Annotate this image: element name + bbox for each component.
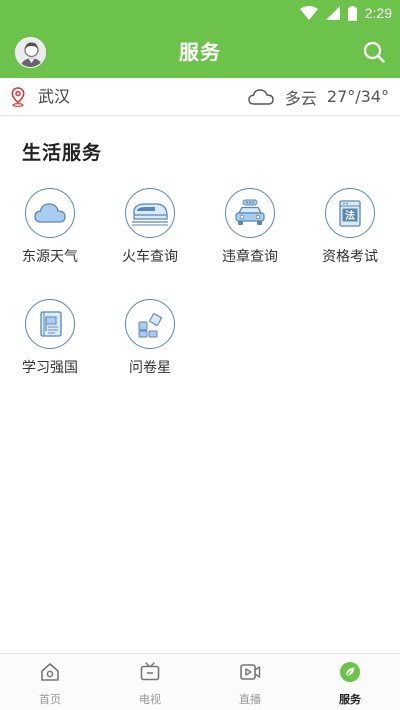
tab-live[interactable]: 直播 bbox=[200, 654, 300, 710]
service-train[interactable]: 火车查询 bbox=[110, 188, 190, 266]
bottom-tab-bar: 首页 电视 直播 服务 bbox=[0, 653, 400, 710]
service-leaf-icon bbox=[340, 662, 360, 682]
tab-label: 首页 bbox=[39, 693, 61, 706]
tab-label: 服务 bbox=[339, 693, 361, 706]
status-bar: 2:29 bbox=[0, 0, 400, 26]
tab-label: 直播 bbox=[239, 693, 261, 706]
search-icon[interactable] bbox=[362, 40, 386, 64]
service-icon-circle bbox=[225, 188, 275, 238]
temperature-range: 27°/34° bbox=[326, 87, 389, 106]
tab-label: 电视 bbox=[139, 693, 161, 706]
wifi-icon bbox=[299, 6, 318, 20]
car-icon bbox=[235, 199, 265, 225]
questionnaire-icon bbox=[138, 313, 162, 338]
section-title: 生活服务 bbox=[22, 142, 103, 164]
service-icon-circle bbox=[25, 299, 75, 349]
city-label[interactable]: 武汉 bbox=[38, 78, 70, 115]
home-icon bbox=[41, 663, 59, 681]
weather-info: 多云 27°/34° bbox=[247, 78, 389, 115]
train-icon bbox=[132, 203, 168, 226]
service-traffic-violation[interactable]: 违章查询 bbox=[210, 188, 290, 266]
cloud-icon bbox=[34, 203, 66, 223]
tv-icon bbox=[140, 662, 160, 681]
cloud-icon bbox=[248, 88, 274, 105]
service-qualification-exam[interactable]: 法 资格考试 bbox=[310, 188, 390, 266]
service-questionnaire[interactable]: 问卷星 bbox=[110, 299, 190, 377]
service-label: 学习强国 bbox=[22, 360, 78, 376]
tab-service[interactable]: 服务 bbox=[300, 654, 400, 710]
status-time: 2:29 bbox=[364, 5, 392, 21]
service-study-platform[interactable]: 学习强国 bbox=[10, 299, 90, 377]
signal-icon bbox=[325, 6, 340, 20]
location-weather-bar: 武汉 多云 27°/34° bbox=[0, 78, 400, 116]
weather-condition: 多云 bbox=[284, 88, 317, 108]
svg-text:法: 法 bbox=[345, 209, 355, 222]
flag-book-icon bbox=[40, 311, 62, 337]
service-label: 违章查询 bbox=[222, 249, 278, 265]
battery-icon bbox=[347, 5, 357, 21]
service-label: 东源天气 bbox=[22, 249, 78, 265]
live-video-icon bbox=[240, 664, 261, 680]
service-icon-circle bbox=[125, 299, 175, 349]
page-title: 服务 bbox=[179, 40, 221, 64]
law-book-icon: 法 bbox=[339, 200, 361, 227]
service-icon-circle bbox=[125, 188, 175, 238]
service-icon-circle bbox=[25, 188, 75, 238]
app-header: 服务 bbox=[0, 26, 400, 78]
service-label: 火车查询 bbox=[122, 249, 178, 265]
service-icon-circle: 法 bbox=[325, 188, 375, 238]
tab-home[interactable]: 首页 bbox=[0, 654, 100, 710]
service-weather[interactable]: 东源天气 bbox=[10, 188, 90, 266]
avatar[interactable] bbox=[15, 37, 46, 68]
service-label: 资格考试 bbox=[322, 249, 378, 265]
service-label: 问卷星 bbox=[129, 360, 171, 376]
status-indicators: 2:29 bbox=[299, 3, 392, 23]
tab-tv[interactable]: 电视 bbox=[100, 654, 200, 710]
location-pin-icon bbox=[11, 87, 25, 107]
